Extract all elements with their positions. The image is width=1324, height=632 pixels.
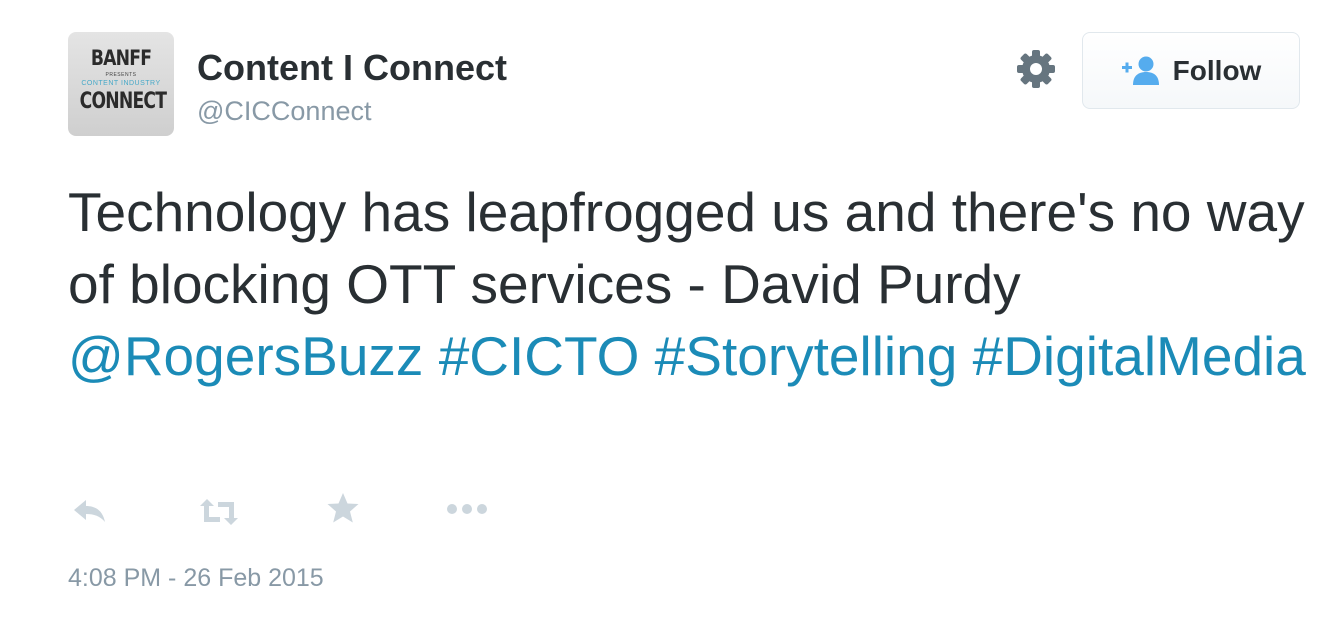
avatar[interactable]: BANFF PRESENTS CONTENT INDUSTRY CONNECT xyxy=(68,32,174,136)
gear-icon[interactable] xyxy=(1015,48,1057,90)
tweet-body: Technology has leapfrogged us and there'… xyxy=(68,181,1305,315)
avatar-logo-line3: CONTENT INDUSTRY xyxy=(81,80,161,87)
hashtag-link[interactable]: #CICTO xyxy=(439,325,640,387)
user-handle[interactable]: @CICConnect xyxy=(197,96,371,127)
mention-link[interactable]: @RogersBuzz xyxy=(68,325,423,387)
hashtag-link[interactable]: #Storytelling xyxy=(655,325,958,387)
avatar-logo-line4: CONNECT xyxy=(79,89,167,114)
display-name[interactable]: Content I Connect xyxy=(197,47,507,89)
add-user-icon xyxy=(1121,56,1159,85)
hashtag-link[interactable]: #DigitalMedia xyxy=(973,325,1306,387)
reply-icon[interactable] xyxy=(72,498,108,529)
avatar-logo-line1: BANFF xyxy=(90,46,152,70)
tweet-timestamp[interactable]: 4:08 PM - 26 Feb 2015 xyxy=(68,564,324,593)
retweet-icon[interactable] xyxy=(198,498,240,531)
star-icon[interactable] xyxy=(326,491,360,530)
follow-label: Follow xyxy=(1172,54,1262,86)
tweet-text: Technology has leapfrogged us and there'… xyxy=(68,176,1308,392)
avatar-logo-line2: PRESENTS xyxy=(105,72,137,78)
follow-button[interactable]: Follow xyxy=(1082,32,1300,109)
more-icon[interactable] xyxy=(445,502,489,521)
